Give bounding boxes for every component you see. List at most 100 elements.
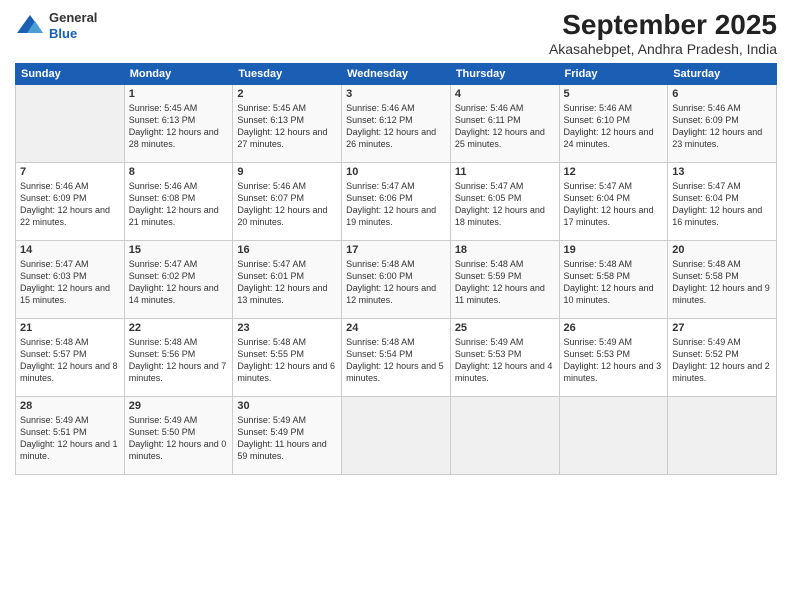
- sunrise: Sunrise: 5:47 AM: [346, 180, 446, 192]
- day-number: 1: [129, 88, 229, 100]
- sunset: Sunset: 5:53 PM: [455, 348, 555, 360]
- daylight: Daylight: 12 hours and 18 minutes.: [455, 204, 555, 228]
- daylight: Daylight: 12 hours and 27 minutes.: [237, 126, 337, 150]
- day-number: 12: [564, 166, 664, 178]
- sunset: Sunset: 5:57 PM: [20, 348, 120, 360]
- sunset: Sunset: 5:52 PM: [672, 348, 772, 360]
- sunset: Sunset: 6:04 PM: [564, 192, 664, 204]
- cell-w2-d2: 9 Sunrise: 5:46 AM Sunset: 6:07 PM Dayli…: [233, 162, 342, 240]
- daylight: Daylight: 12 hours and 23 minutes.: [672, 126, 772, 150]
- cell-info: Sunrise: 5:48 AM Sunset: 5:57 PM Dayligh…: [20, 336, 120, 385]
- sunrise: Sunrise: 5:46 AM: [672, 102, 772, 114]
- sunrise: Sunrise: 5:47 AM: [564, 180, 664, 192]
- day-number: 6: [672, 88, 772, 100]
- day-number: 8: [129, 166, 229, 178]
- day-number: 19: [564, 244, 664, 256]
- cell-info: Sunrise: 5:49 AM Sunset: 5:53 PM Dayligh…: [564, 336, 664, 385]
- cell-w3-d5: 19 Sunrise: 5:48 AM Sunset: 5:58 PM Dayl…: [559, 240, 668, 318]
- logo-blue: Blue: [49, 26, 77, 41]
- sunset: Sunset: 6:06 PM: [346, 192, 446, 204]
- cell-w5-d6: [668, 396, 777, 474]
- cell-w3-d2: 16 Sunrise: 5:47 AM Sunset: 6:01 PM Dayl…: [233, 240, 342, 318]
- week-row-5: 28 Sunrise: 5:49 AM Sunset: 5:51 PM Dayl…: [16, 396, 777, 474]
- week-row-2: 7 Sunrise: 5:46 AM Sunset: 6:09 PM Dayli…: [16, 162, 777, 240]
- daylight: Daylight: 12 hours and 5 minutes.: [346, 360, 446, 384]
- daylight: Daylight: 12 hours and 0 minutes.: [129, 438, 229, 462]
- calendar-subtitle: Akasahebpet, Andhra Pradesh, India: [549, 41, 777, 57]
- day-number: 24: [346, 322, 446, 334]
- cell-info: Sunrise: 5:47 AM Sunset: 6:04 PM Dayligh…: [564, 180, 664, 229]
- cell-w3-d0: 14 Sunrise: 5:47 AM Sunset: 6:03 PM Dayl…: [16, 240, 125, 318]
- sunset: Sunset: 5:51 PM: [20, 426, 120, 438]
- daylight: Daylight: 12 hours and 24 minutes.: [564, 126, 664, 150]
- sunset: Sunset: 6:09 PM: [672, 114, 772, 126]
- daylight: Daylight: 12 hours and 21 minutes.: [129, 204, 229, 228]
- cell-w2-d6: 13 Sunrise: 5:47 AM Sunset: 6:04 PM Dayl…: [668, 162, 777, 240]
- day-number: 10: [346, 166, 446, 178]
- sunrise: Sunrise: 5:48 AM: [455, 258, 555, 270]
- daylight: Daylight: 12 hours and 7 minutes.: [129, 360, 229, 384]
- sunset: Sunset: 6:11 PM: [455, 114, 555, 126]
- day-number: 2: [237, 88, 337, 100]
- cell-w1-d4: 4 Sunrise: 5:46 AM Sunset: 6:11 PM Dayli…: [450, 84, 559, 162]
- cell-w3-d3: 17 Sunrise: 5:48 AM Sunset: 6:00 PM Dayl…: [342, 240, 451, 318]
- sunset: Sunset: 5:58 PM: [564, 270, 664, 282]
- sunrise: Sunrise: 5:48 AM: [672, 258, 772, 270]
- sunrise: Sunrise: 5:48 AM: [20, 336, 120, 348]
- sunset: Sunset: 5:55 PM: [237, 348, 337, 360]
- sunset: Sunset: 5:50 PM: [129, 426, 229, 438]
- cell-info: Sunrise: 5:46 AM Sunset: 6:07 PM Dayligh…: [237, 180, 337, 229]
- sunrise: Sunrise: 5:49 AM: [455, 336, 555, 348]
- daylight: Daylight: 12 hours and 6 minutes.: [237, 360, 337, 384]
- cell-w4-d5: 26 Sunrise: 5:49 AM Sunset: 5:53 PM Dayl…: [559, 318, 668, 396]
- cell-info: Sunrise: 5:48 AM Sunset: 5:58 PM Dayligh…: [564, 258, 664, 307]
- sunrise: Sunrise: 5:49 AM: [564, 336, 664, 348]
- cell-info: Sunrise: 5:48 AM Sunset: 5:54 PM Dayligh…: [346, 336, 446, 385]
- day-number: 22: [129, 322, 229, 334]
- cell-info: Sunrise: 5:48 AM Sunset: 6:00 PM Dayligh…: [346, 258, 446, 307]
- day-number: 16: [237, 244, 337, 256]
- daylight: Daylight: 12 hours and 8 minutes.: [20, 360, 120, 384]
- cell-w1-d5: 5 Sunrise: 5:46 AM Sunset: 6:10 PM Dayli…: [559, 84, 668, 162]
- daylight: Daylight: 12 hours and 28 minutes.: [129, 126, 229, 150]
- day-number: 28: [20, 400, 120, 412]
- sunrise: Sunrise: 5:48 AM: [237, 336, 337, 348]
- daylight: Daylight: 12 hours and 4 minutes.: [455, 360, 555, 384]
- sunrise: Sunrise: 5:47 AM: [237, 258, 337, 270]
- cell-w4-d0: 21 Sunrise: 5:48 AM Sunset: 5:57 PM Dayl…: [16, 318, 125, 396]
- day-number: 13: [672, 166, 772, 178]
- sunrise: Sunrise: 5:45 AM: [129, 102, 229, 114]
- day-number: 9: [237, 166, 337, 178]
- sunrise: Sunrise: 5:49 AM: [237, 414, 337, 426]
- sunset: Sunset: 5:59 PM: [455, 270, 555, 282]
- cell-w5-d2: 30 Sunrise: 5:49 AM Sunset: 5:49 PM Dayl…: [233, 396, 342, 474]
- cell-info: Sunrise: 5:45 AM Sunset: 6:13 PM Dayligh…: [237, 102, 337, 151]
- sunset: Sunset: 6:00 PM: [346, 270, 446, 282]
- day-number: 21: [20, 322, 120, 334]
- sunrise: Sunrise: 5:46 AM: [564, 102, 664, 114]
- col-monday: Monday: [124, 63, 233, 84]
- sunset: Sunset: 5:53 PM: [564, 348, 664, 360]
- cell-info: Sunrise: 5:46 AM Sunset: 6:09 PM Dayligh…: [20, 180, 120, 229]
- col-tuesday: Tuesday: [233, 63, 342, 84]
- sunrise: Sunrise: 5:49 AM: [129, 414, 229, 426]
- col-wednesday: Wednesday: [342, 63, 451, 84]
- cell-info: Sunrise: 5:49 AM Sunset: 5:49 PM Dayligh…: [237, 414, 337, 463]
- cell-w2-d5: 12 Sunrise: 5:47 AM Sunset: 6:04 PM Dayl…: [559, 162, 668, 240]
- cell-info: Sunrise: 5:47 AM Sunset: 6:06 PM Dayligh…: [346, 180, 446, 229]
- col-thursday: Thursday: [450, 63, 559, 84]
- logo-general: General: [49, 10, 97, 25]
- sunrise: Sunrise: 5:46 AM: [346, 102, 446, 114]
- calendar-table: Sunday Monday Tuesday Wednesday Thursday…: [15, 63, 777, 475]
- cell-w1-d2: 2 Sunrise: 5:45 AM Sunset: 6:13 PM Dayli…: [233, 84, 342, 162]
- cell-w2-d1: 8 Sunrise: 5:46 AM Sunset: 6:08 PM Dayli…: [124, 162, 233, 240]
- sunset: Sunset: 6:02 PM: [129, 270, 229, 282]
- cell-info: Sunrise: 5:48 AM Sunset: 5:58 PM Dayligh…: [672, 258, 772, 307]
- cell-info: Sunrise: 5:49 AM Sunset: 5:50 PM Dayligh…: [129, 414, 229, 463]
- daylight: Daylight: 12 hours and 9 minutes.: [672, 282, 772, 306]
- cell-info: Sunrise: 5:49 AM Sunset: 5:51 PM Dayligh…: [20, 414, 120, 463]
- sunset: Sunset: 6:12 PM: [346, 114, 446, 126]
- daylight: Daylight: 12 hours and 12 minutes.: [346, 282, 446, 306]
- cell-w3-d4: 18 Sunrise: 5:48 AM Sunset: 5:59 PM Dayl…: [450, 240, 559, 318]
- cell-info: Sunrise: 5:45 AM Sunset: 6:13 PM Dayligh…: [129, 102, 229, 151]
